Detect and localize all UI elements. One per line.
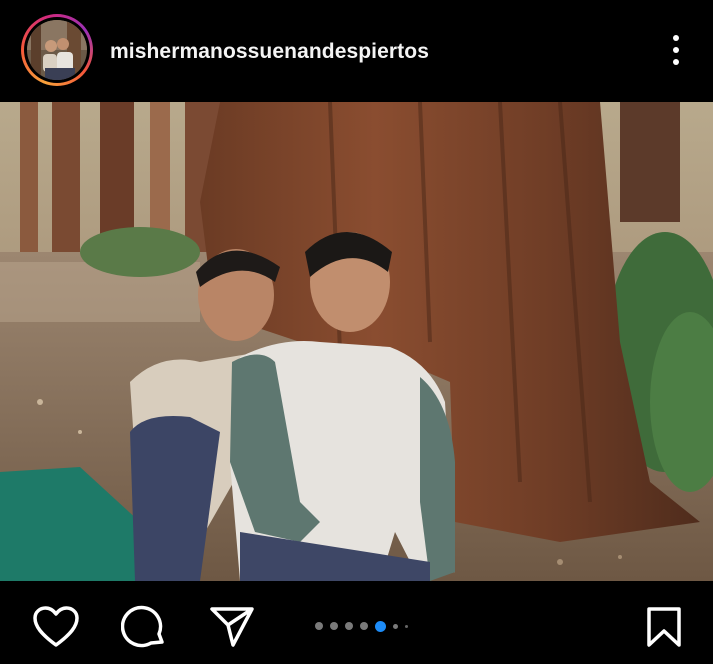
- carousel-dot: [393, 623, 398, 629]
- save-button[interactable]: [640, 603, 688, 651]
- heart-icon: [33, 606, 79, 647]
- paper-plane-icon: [210, 607, 254, 647]
- comment-button[interactable]: [120, 603, 168, 651]
- story-ring[interactable]: [21, 14, 93, 86]
- post-header: mishermanossuenandespiertos: [0, 0, 713, 102]
- carousel-indicator: [315, 620, 408, 632]
- carousel-dot: [315, 622, 323, 630]
- bookmark-icon: [647, 607, 681, 647]
- comment-bubble-icon: [121, 605, 164, 648]
- carousel-dot: [360, 622, 368, 630]
- share-button[interactable]: [208, 603, 256, 651]
- carousel-dot: [345, 622, 353, 630]
- carousel-dot: [405, 624, 408, 628]
- more-options-button[interactable]: [660, 30, 692, 70]
- username[interactable]: mishermanossuenandespiertos: [110, 40, 429, 64]
- avatar-image: [27, 20, 87, 80]
- post-photo[interactable]: [0, 102, 713, 581]
- carousel-dot: [330, 622, 338, 630]
- avatar[interactable]: [27, 20, 87, 80]
- like-button[interactable]: [32, 603, 80, 651]
- carousel-dot-active: [375, 620, 386, 632]
- forest-photo: [0, 102, 713, 581]
- more-vertical-icon: [673, 35, 679, 41]
